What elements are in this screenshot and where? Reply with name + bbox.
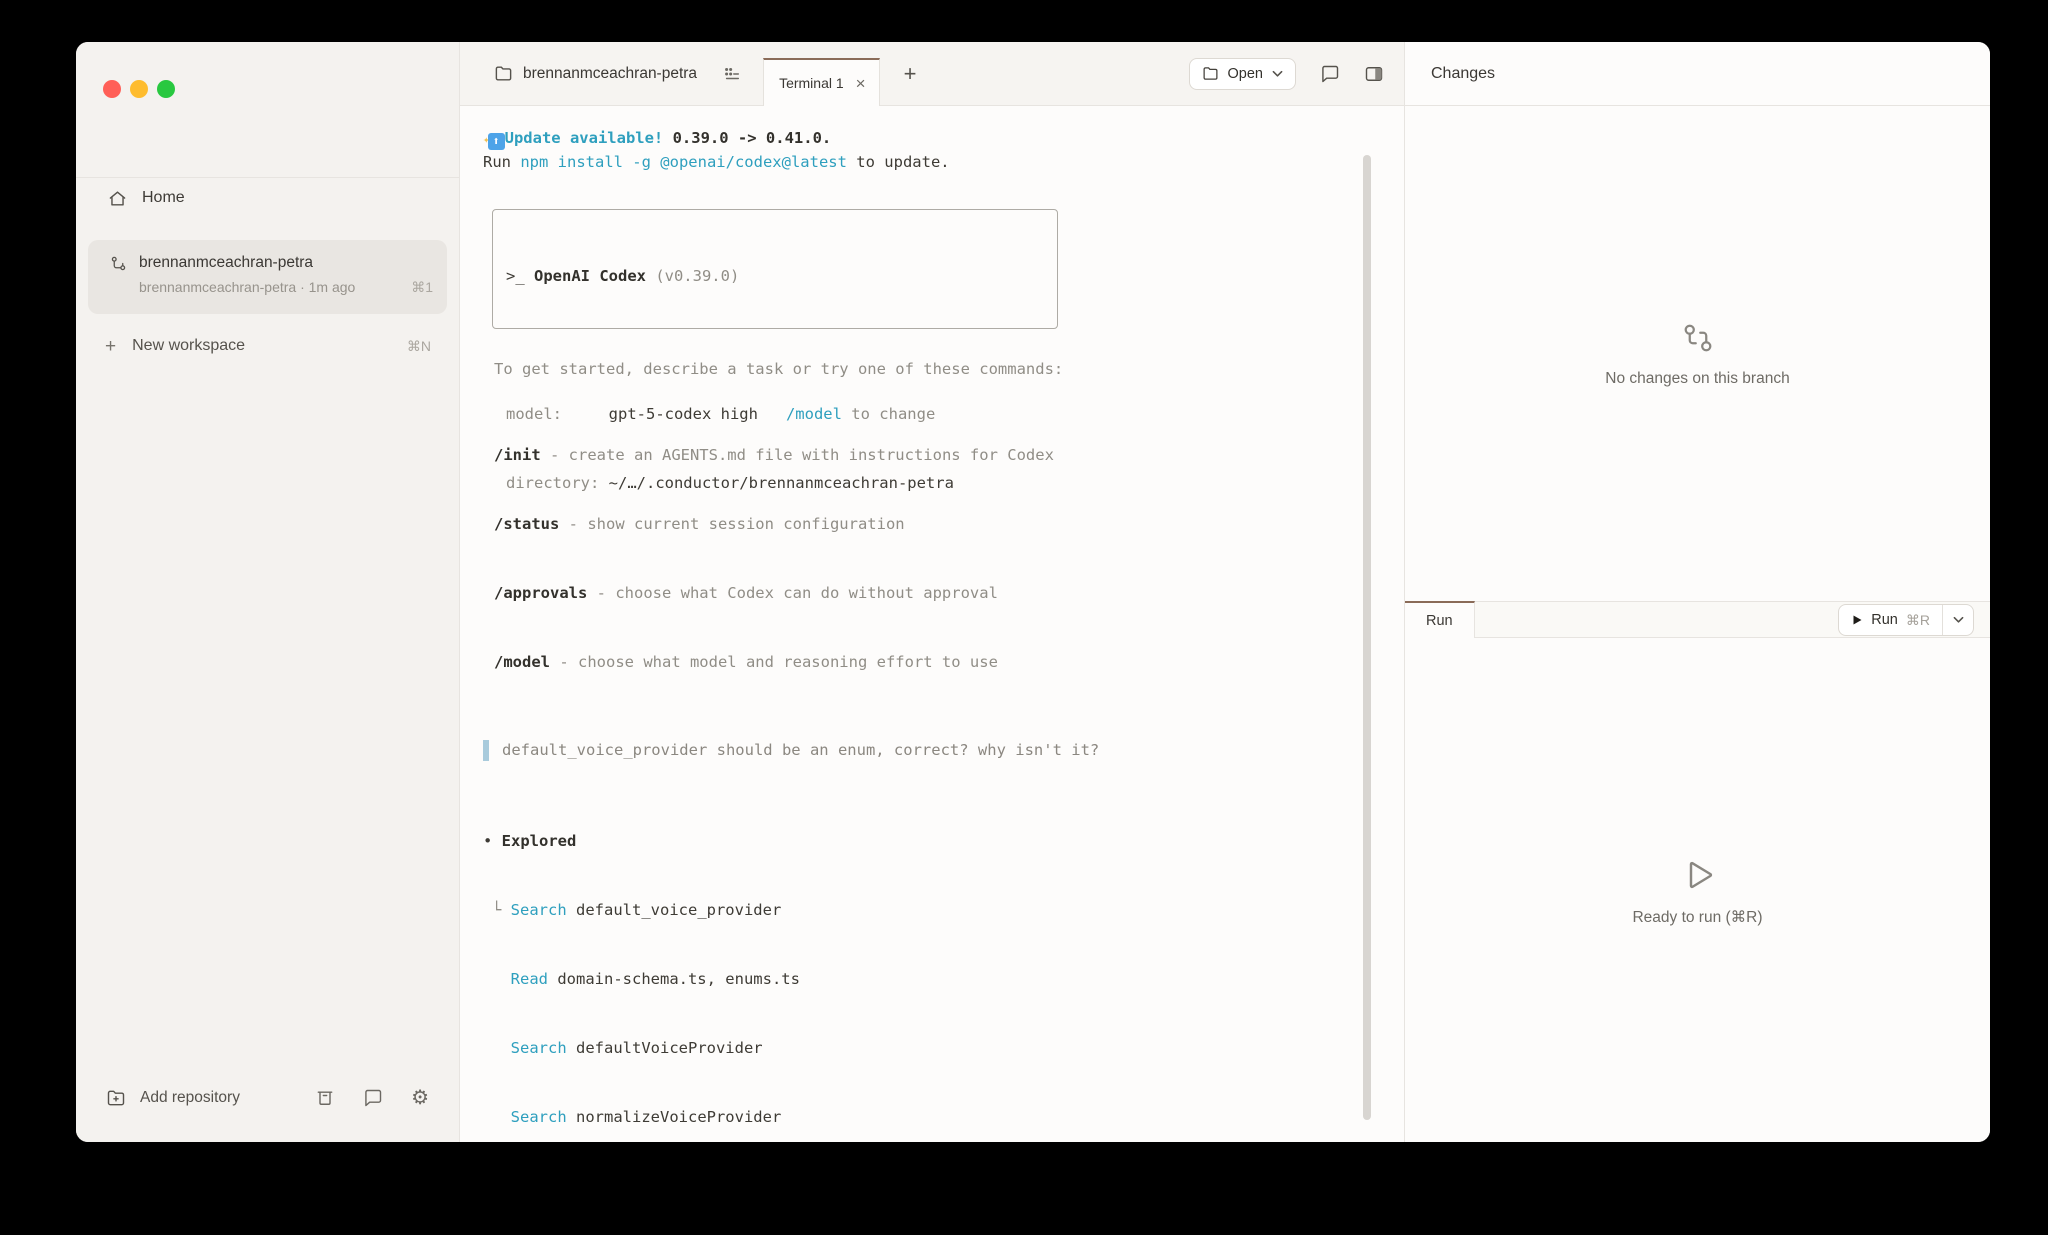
update-line-2: Run npm install -g @openai/codex@latest … <box>483 151 1364 174</box>
workspace-breadcrumb: brennanmceachran-petra <box>523 65 697 83</box>
intro-text: To get started, describe a task or try o… <box>483 358 1364 381</box>
close-window-button[interactable] <box>103 80 121 98</box>
comment-icon[interactable] <box>1320 64 1340 84</box>
new-workspace-label: New workspace <box>132 337 245 355</box>
changes-empty-state: No changes on this branch <box>1405 107 1990 601</box>
tab-label: Terminal 1 <box>779 75 844 91</box>
workspace-subtitle: brennanmceachran-petra · 1m ago <box>139 276 355 298</box>
sidebar: Home tldrembed brennanmceachran-petra br… <box>76 42 460 1142</box>
up-arrow-emoji: ⬆ <box>488 133 505 150</box>
add-repository-button[interactable]: Add repository <box>140 1089 240 1107</box>
toggle-right-panel-icon[interactable] <box>1364 64 1384 84</box>
terminal-output[interactable]: ✦⬆Update available! 0.39.0 -> 0.41.0. Ru… <box>460 106 1404 1142</box>
window-controls <box>103 80 175 98</box>
minimize-window-button[interactable] <box>130 80 148 98</box>
run-button-shortcut: ⌘R <box>1906 612 1930 629</box>
comment-icon[interactable] <box>363 1088 383 1108</box>
plus-icon: + <box>105 337 116 356</box>
command-list: /init - create an AGENTS.md file with in… <box>483 398 1364 720</box>
folder-icon <box>1202 65 1219 82</box>
settings-gear-icon[interactable]: ⚙ <box>411 1088 429 1108</box>
run-button-group: Run ⌘R <box>1838 604 1974 636</box>
zoom-window-button[interactable] <box>157 80 175 98</box>
run-button-label: Run <box>1871 612 1898 628</box>
folder-icon <box>494 64 513 83</box>
git-branch-icon <box>110 255 127 272</box>
ready-to-run-text: Ready to run (⌘R) <box>1632 908 1762 927</box>
main-panel: brennanmceachran-petra Terminal 1 × + Op… <box>460 42 1404 1142</box>
terminal-scrollbar[interactable] <box>1363 155 1371 1120</box>
sidebar-item-workspace[interactable]: brennanmceachran-petra brennanmceachran-… <box>88 240 447 314</box>
open-button[interactable]: Open <box>1189 58 1296 90</box>
task-list-icon[interactable] <box>723 65 741 83</box>
run-tab-label: Run <box>1426 613 1453 629</box>
right-panel: Changes No changes on this branch Run Ru… <box>1404 42 1990 1142</box>
changes-title: Changes <box>1431 65 1495 83</box>
new-workspace-shortcut: ⌘N <box>407 338 431 355</box>
home-label: Home <box>142 189 185 207</box>
folder-plus-icon <box>106 1088 126 1108</box>
tab-run[interactable]: Run <box>1405 601 1475 638</box>
changes-header: Changes <box>1405 42 1990 106</box>
run-button[interactable]: Run ⌘R <box>1839 605 1942 635</box>
chevron-down-icon <box>1272 70 1283 78</box>
git-compare-icon <box>1680 320 1716 356</box>
explored-section: • Explored └ Search default_voice_provid… <box>483 784 1364 1142</box>
chevron-down-icon <box>1953 616 1964 624</box>
archive-icon[interactable] <box>315 1088 335 1108</box>
no-changes-text: No changes on this branch <box>1605 370 1789 388</box>
sidebar-item-home[interactable]: Home <box>76 177 459 219</box>
codex-banner-box: >_ OpenAI Codex (v0.39.0) model: gpt-5-c… <box>492 209 1058 329</box>
open-button-label: Open <box>1228 66 1263 82</box>
user-message-bar <box>483 740 489 761</box>
main-header: brennanmceachran-petra Terminal 1 × + Op… <box>460 42 1404 106</box>
home-icon <box>108 189 127 208</box>
new-workspace-button[interactable]: + New workspace ⌘N <box>76 326 459 366</box>
run-empty-state: Ready to run (⌘R) <box>1405 638 1990 1142</box>
update-line-1: ✦⬆Update available! 0.39.0 -> 0.41.0. <box>483 127 1364 151</box>
tab-terminal-1[interactable]: Terminal 1 × <box>763 58 880 106</box>
play-icon <box>1851 614 1863 626</box>
workspace-shortcut: ⌘1 <box>411 276 433 298</box>
play-outline-icon <box>1677 854 1719 896</box>
user-message: default_voice_provider should be an enum… <box>483 739 1364 762</box>
workspace-title: brennanmceachran-petra <box>139 254 313 271</box>
run-options-button[interactable] <box>1942 605 1973 635</box>
sidebar-footer: Add repository ⚙ <box>76 1078 459 1118</box>
app-window: Home tldrembed brennanmceachran-petra br… <box>76 42 1990 1142</box>
sidebar-divider <box>76 177 459 178</box>
close-tab-icon[interactable]: × <box>856 75 866 92</box>
new-tab-button[interactable]: + <box>904 63 917 85</box>
